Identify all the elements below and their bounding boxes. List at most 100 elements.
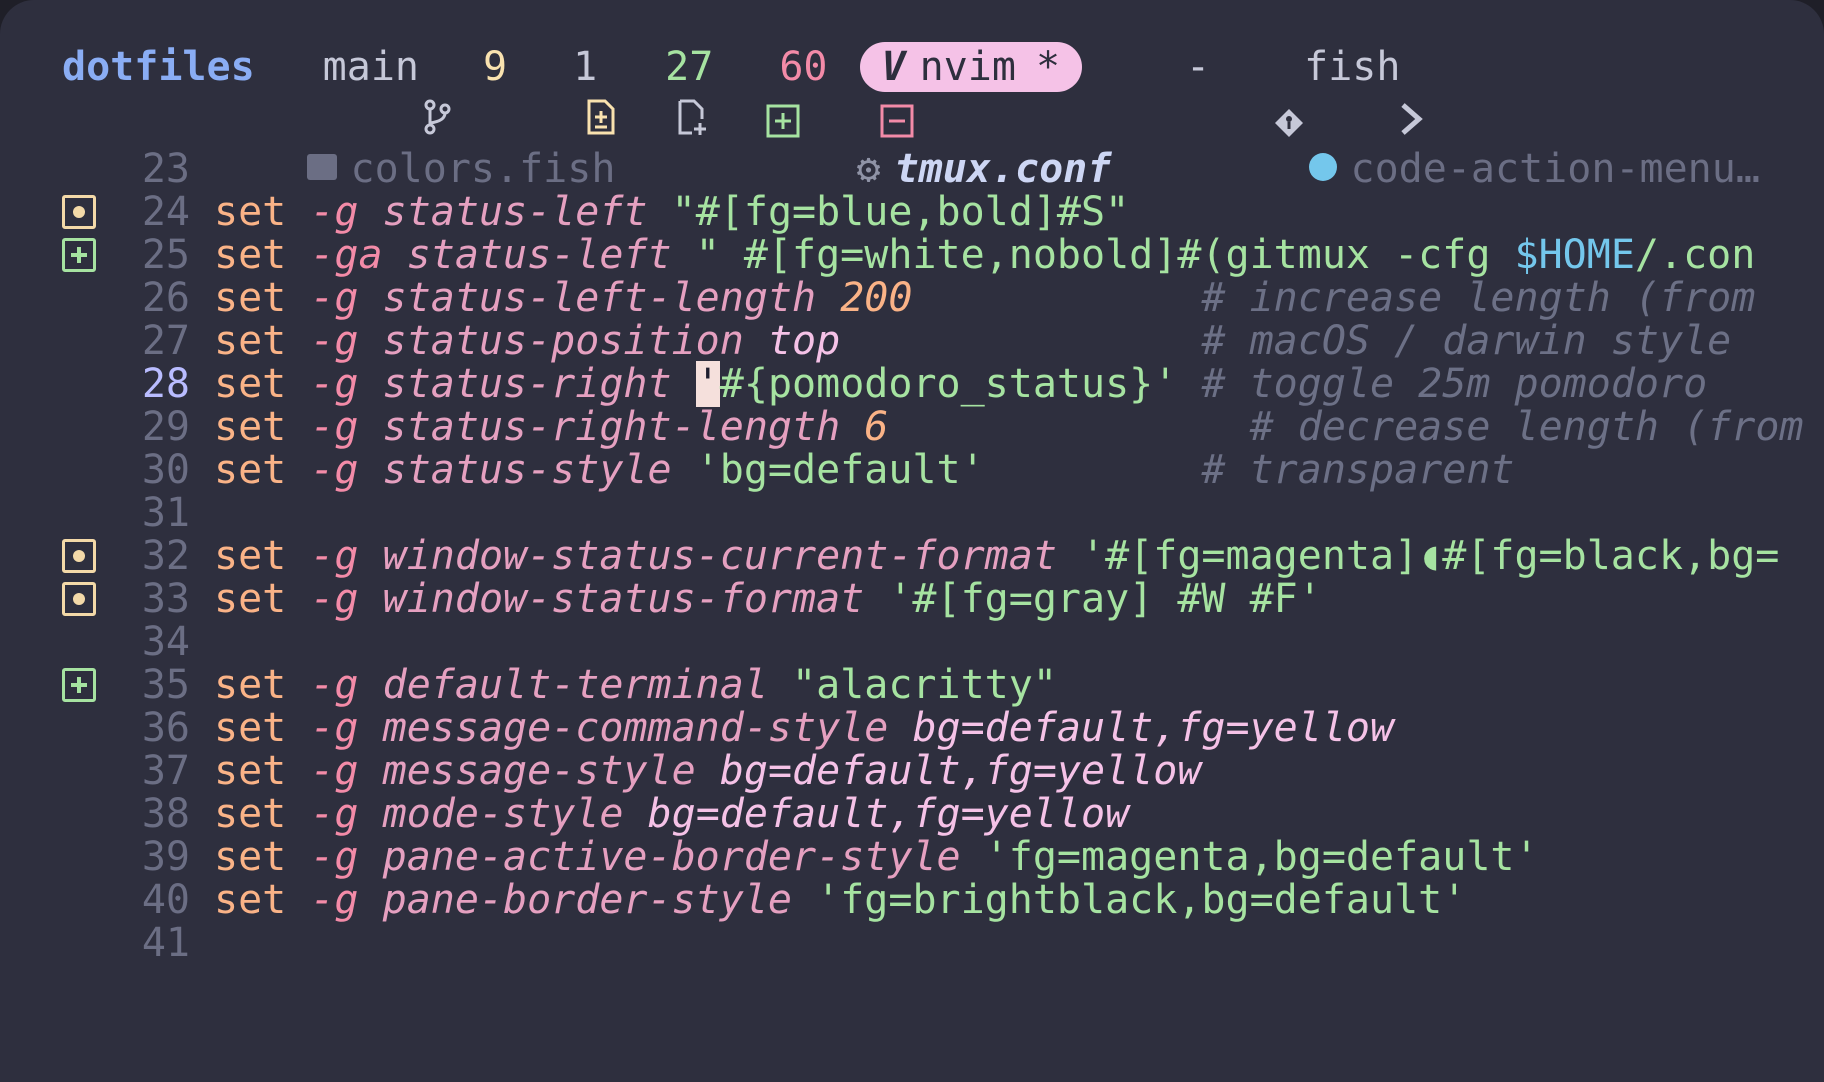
git-added-sign-icon bbox=[62, 238, 96, 272]
added-count: 27 bbox=[665, 44, 714, 90]
code-token: -g bbox=[310, 189, 359, 235]
code-token: status-left bbox=[406, 232, 672, 278]
code-token: -g bbox=[310, 533, 359, 579]
code-token: #{pomodoro_status}' bbox=[719, 361, 1178, 407]
code-token: status-style bbox=[382, 447, 672, 493]
code-token: # toggle 25m pomodoro bbox=[1201, 361, 1708, 407]
code-token: 'fg=magenta,bg=default' bbox=[984, 834, 1539, 880]
code-token: bg=default,fg=yellow bbox=[719, 748, 1202, 794]
shell-name: fish bbox=[1304, 44, 1401, 90]
line-number: 41 bbox=[141, 920, 190, 966]
mode-indicator[interactable]: V nvim * bbox=[859, 42, 1083, 92]
code-token: set bbox=[214, 361, 287, 407]
code-token: status-position bbox=[382, 318, 744, 364]
code-token: bg=default,fg=yellow bbox=[912, 705, 1395, 751]
code-token: pane-border-style bbox=[382, 877, 793, 923]
status-bar: dotfiles main 9 1 27 60 V nvim * - fish bbox=[62, 42, 1423, 138]
code-token: $HOME bbox=[1514, 232, 1635, 278]
code-token: /.con bbox=[1634, 232, 1756, 278]
code-token: -g bbox=[310, 275, 359, 321]
vim-icon: V bbox=[881, 44, 906, 90]
git-modified-sign-icon bbox=[62, 195, 96, 229]
code-token: message-command-style bbox=[382, 705, 889, 751]
branch-name[interactable]: main bbox=[323, 42, 419, 92]
code-token: set bbox=[214, 662, 287, 708]
mode-label: nvim bbox=[919, 44, 1016, 90]
code-token: window-status-format bbox=[382, 576, 865, 622]
code-token: '#[fg=magenta]◖#[fg=black,bg= bbox=[1081, 533, 1780, 579]
diff-removed-icon bbox=[735, 50, 914, 138]
git-branch-icon bbox=[277, 47, 451, 135]
code-token: set bbox=[214, 318, 287, 364]
code-token: 'bg=default' bbox=[695, 447, 985, 493]
code-token: pane-active-border-style bbox=[382, 834, 961, 880]
code-token: 'fg=brightblack,bg=default' bbox=[816, 877, 1467, 923]
code-token: status-left bbox=[382, 189, 648, 235]
staged-file-icon bbox=[441, 47, 615, 135]
code-token: -g bbox=[310, 705, 359, 751]
code-token: -g bbox=[310, 834, 359, 880]
code-token: set bbox=[214, 404, 287, 450]
editor-window: dotfiles main 9 1 27 60 V nvim * - fish … bbox=[0, 0, 1824, 1082]
repo-name[interactable]: dotfiles bbox=[62, 42, 255, 92]
code-token: default-terminal bbox=[382, 662, 768, 708]
code-token: # macOS / darwin style bbox=[1201, 318, 1732, 364]
code-token: -g bbox=[310, 748, 359, 794]
code-token: set bbox=[214, 275, 287, 321]
code-token: -ga bbox=[310, 232, 383, 278]
removed-count: 60 bbox=[779, 44, 828, 90]
untracked-file-icon bbox=[531, 47, 706, 135]
code-token: status-right bbox=[382, 361, 672, 407]
code-token: window-status-current-format bbox=[382, 533, 1057, 579]
code-token: set bbox=[214, 748, 287, 794]
code-token: set bbox=[214, 576, 287, 622]
code-token: -g bbox=[310, 361, 359, 407]
code-token: set bbox=[214, 447, 287, 493]
mode-flag: * bbox=[1035, 44, 1061, 90]
code-token: message-style bbox=[382, 748, 696, 794]
code-line[interactable]: 41 bbox=[0, 918, 1824, 968]
chevron-right-icon bbox=[1254, 49, 1423, 135]
code-token: -g bbox=[310, 576, 359, 622]
code-token: status-left-length bbox=[382, 275, 817, 321]
code-token: # transparent bbox=[1201, 447, 1515, 493]
buffer-tabs: colors.fish ⚙ tmux.conf code-action-menu… bbox=[0, 94, 1760, 192]
code-token: top bbox=[767, 318, 841, 364]
code-token: # decrease length (from bbox=[1249, 404, 1804, 450]
code-token: set bbox=[214, 834, 287, 880]
git-diamond-icon bbox=[1128, 51, 1303, 137]
